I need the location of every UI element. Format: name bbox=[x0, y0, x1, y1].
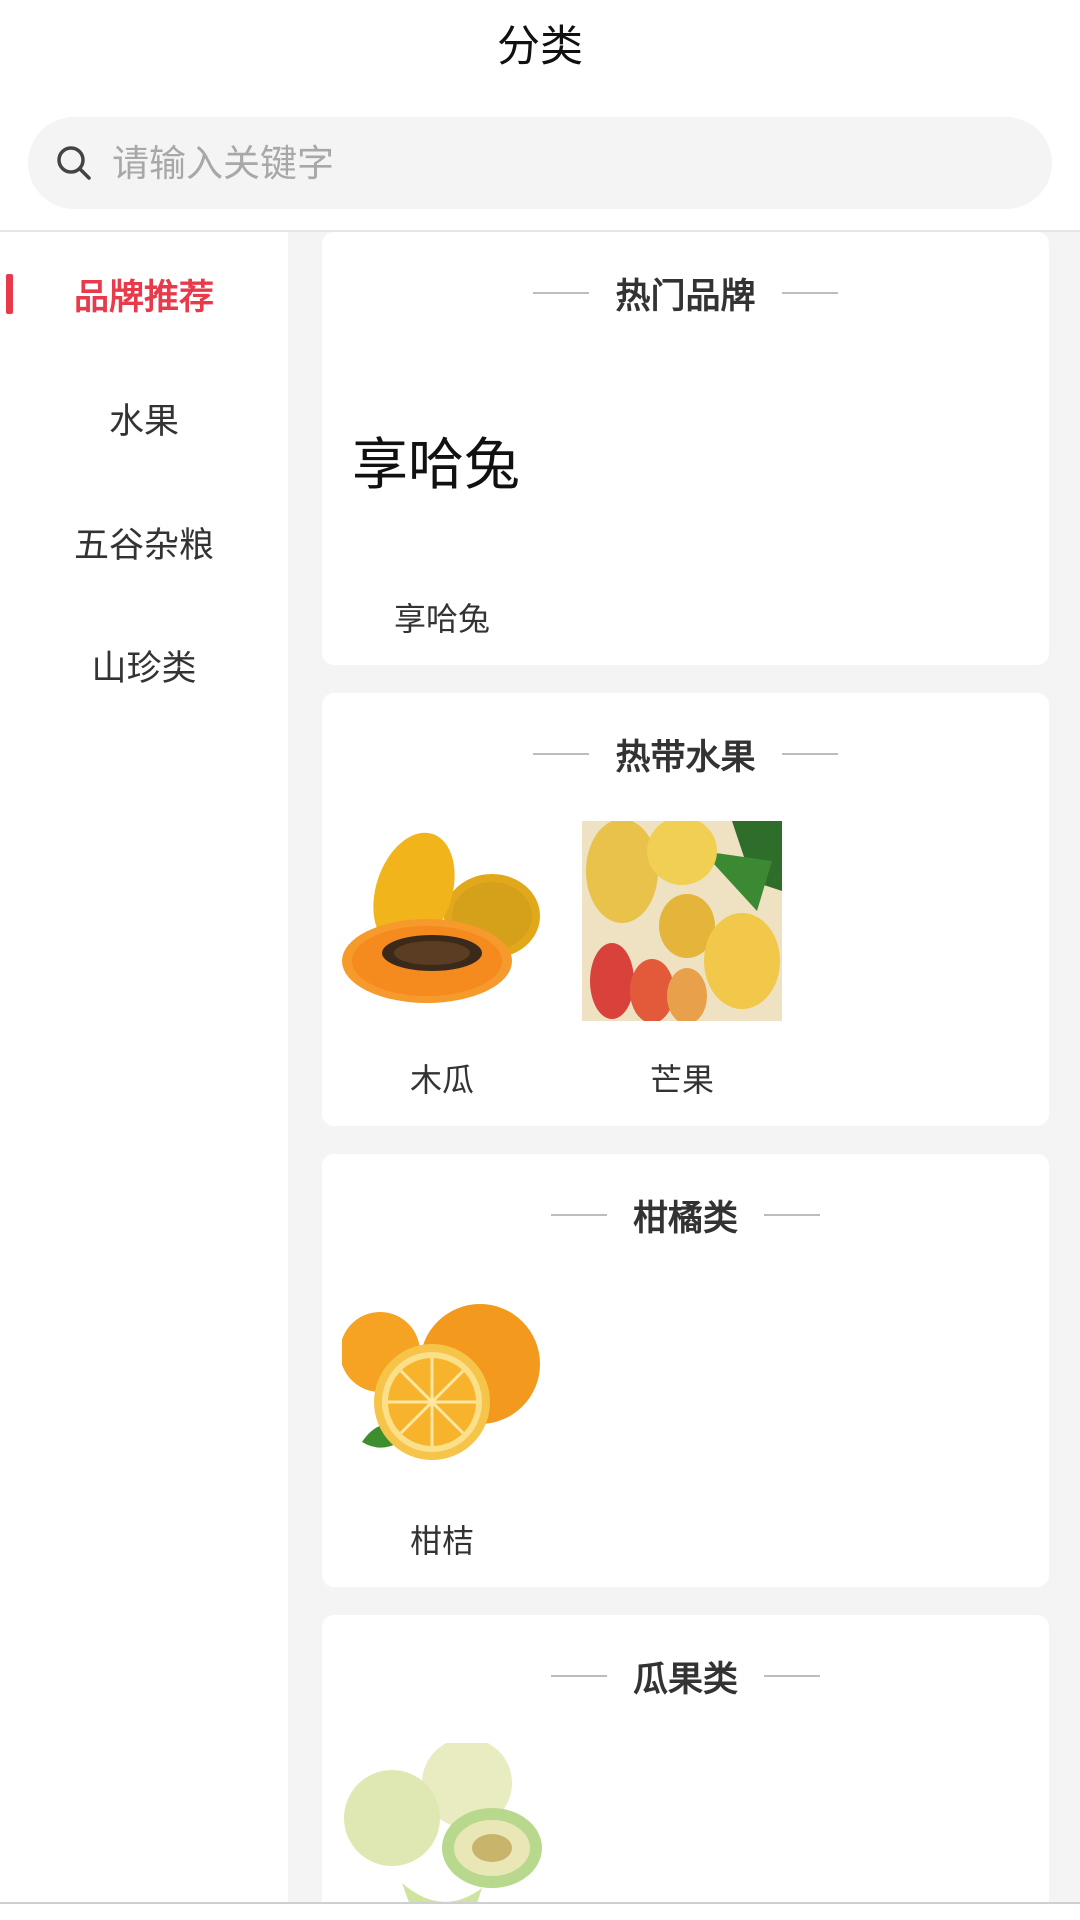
header-line-left bbox=[533, 292, 590, 294]
sidebar-item-mountain-delicacies[interactable]: 山珍类 bbox=[0, 603, 288, 727]
header-line-right bbox=[781, 753, 838, 755]
sidebar-item-fruit[interactable]: 水果 bbox=[0, 356, 288, 480]
sidebar-item-label: 品牌推荐 bbox=[73, 277, 214, 318]
sidebar-item-brand-recommend[interactable]: 品牌推荐 bbox=[0, 232, 288, 356]
section-title: 瓜果类 bbox=[632, 1659, 738, 1700]
search-input[interactable] bbox=[112, 141, 972, 185]
sidebar-item-grains[interactable]: 五谷杂粮 bbox=[0, 480, 288, 604]
product-item-orange[interactable]: 柑桔 bbox=[342, 1282, 542, 1562]
section-items: 柑桔 bbox=[342, 1282, 542, 1562]
papaya-image bbox=[342, 821, 542, 1021]
category-content: 热门品牌 享哈兔 享哈兔 热带水果 木瓜 芒果 柑橘类 柑桔 瓜果类 bbox=[288, 232, 1080, 1902]
product-item-mango[interactable]: 芒果 bbox=[582, 821, 782, 1101]
sidebar-item-label: 水果 bbox=[108, 401, 179, 442]
brand-logo: 享哈兔 bbox=[352, 432, 520, 498]
header-line-right bbox=[781, 292, 838, 294]
melon-image bbox=[342, 1743, 542, 1902]
product-item-papaya[interactable]: 木瓜 bbox=[342, 821, 542, 1101]
bottom-divider bbox=[0, 1902, 1080, 1904]
section-card-hot-brands: 热门品牌 享哈兔 享哈兔 bbox=[322, 232, 1049, 665]
section-card-citrus: 柑橘类 柑桔 bbox=[322, 1154, 1049, 1587]
section-items: 木瓜 芒果 bbox=[342, 821, 782, 1101]
section-header: 瓜果类 bbox=[322, 1651, 1049, 1701]
search-box[interactable] bbox=[28, 117, 1052, 209]
item-label: 柑桔 bbox=[409, 1522, 474, 1560]
orange-image bbox=[342, 1282, 542, 1482]
search-bar[interactable] bbox=[28, 117, 1052, 209]
section-card-tropical-fruit: 热带水果 木瓜 芒果 bbox=[322, 693, 1049, 1126]
category-page: 分类 品牌推荐 水果 五谷杂粮 山珍类 bbox=[0, 0, 1080, 1920]
section-title: 热门品牌 bbox=[615, 276, 756, 317]
brand-item[interactable]: 享哈兔 享哈兔 bbox=[342, 360, 542, 640]
page-title: 分类 bbox=[497, 22, 583, 72]
item-label: 芒果 bbox=[649, 1061, 714, 1099]
header-line-left bbox=[533, 753, 590, 755]
header-line-left bbox=[550, 1214, 607, 1216]
section-header: 柑橘类 bbox=[322, 1190, 1049, 1240]
search-icon bbox=[57, 146, 91, 180]
item-label: 享哈兔 bbox=[393, 600, 490, 638]
header-line-left bbox=[550, 1675, 607, 1677]
section-title: 柑橘类 bbox=[632, 1198, 738, 1239]
section-card-melons: 瓜果类 bbox=[322, 1615, 1049, 1902]
active-indicator bbox=[6, 274, 13, 314]
header-line-right bbox=[764, 1214, 820, 1216]
header-line-right bbox=[764, 1675, 820, 1677]
section-title: 热带水果 bbox=[615, 737, 756, 778]
product-item-melon[interactable] bbox=[342, 1743, 542, 1902]
sidebar-item-label: 山珍类 bbox=[91, 648, 197, 689]
section-items: 享哈兔 享哈兔 bbox=[342, 360, 542, 640]
section-items bbox=[342, 1743, 542, 1902]
sidebar-item-label: 五谷杂粮 bbox=[73, 525, 214, 566]
section-header: 热门品牌 bbox=[322, 268, 1049, 318]
mango-image bbox=[582, 821, 782, 1021]
category-sidebar: 品牌推荐 水果 五谷杂粮 山珍类 bbox=[0, 232, 288, 1902]
section-header: 热带水果 bbox=[322, 729, 1049, 779]
item-label: 木瓜 bbox=[409, 1061, 474, 1099]
